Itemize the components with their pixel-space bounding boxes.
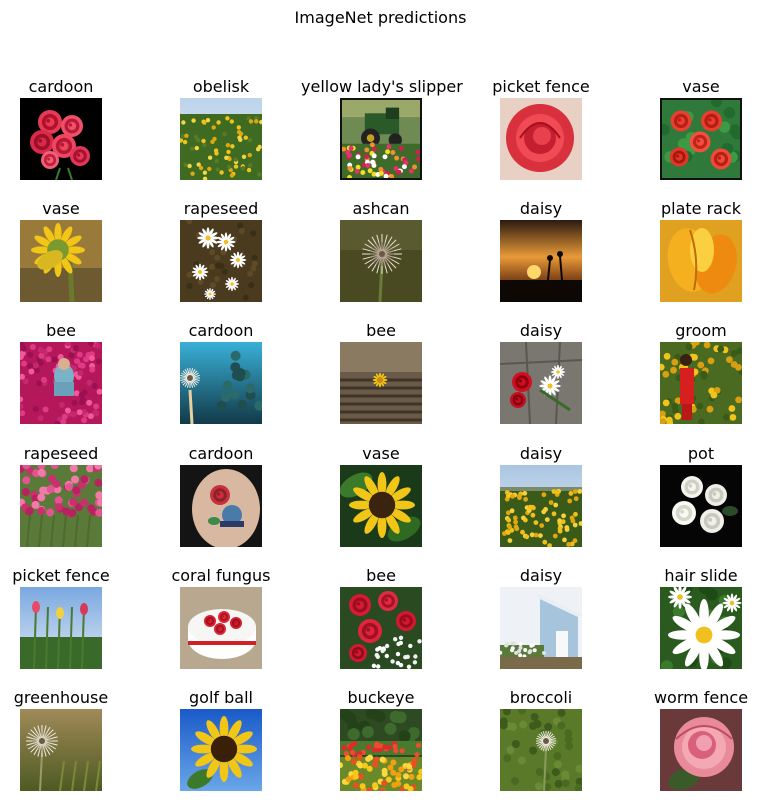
rose-cake-photo [180, 587, 262, 669]
prediction-label: bee [46, 321, 76, 340]
sunflower-field-horizon-photo [500, 465, 582, 547]
pink-rose-photo [660, 709, 742, 791]
grid-cell: bee [301, 321, 461, 431]
grid-cell: greenhouse [0, 688, 141, 798]
prediction-label: ashcan [352, 199, 410, 218]
prediction-label: vase [42, 199, 80, 218]
prediction-label: picket fence [492, 77, 590, 96]
yellow-flower-on-wood-photo [340, 342, 422, 424]
prediction-label: obelisk [192, 77, 250, 96]
orange-tulip-closeup-photo [660, 220, 742, 302]
dandelion-against-sky-photo [180, 342, 262, 424]
grid-cell: worm fence [621, 688, 761, 798]
grid-cell: hair slide [621, 566, 761, 676]
prediction-label: hair slide [664, 566, 738, 585]
prediction-label: buckeye [347, 688, 415, 707]
dandelion-seedhead-photo [340, 220, 422, 302]
prediction-label: bee [366, 566, 396, 585]
grid-cell: groom [621, 321, 761, 431]
grid-cell: ashcan [301, 199, 461, 309]
grid-cell: bee [0, 321, 141, 431]
white-roses-on-black-photo [660, 465, 742, 547]
grid-cell: yellow lady's slipper [301, 77, 463, 187]
prediction-label: cardoon [188, 321, 254, 340]
white-daisies-photo [180, 220, 262, 302]
prediction-label: cardoon [28, 77, 94, 96]
prediction-label: vase [362, 444, 400, 463]
tulip-stems-sky-photo [20, 587, 102, 669]
grid-cell: pot [621, 444, 761, 554]
grid-cell: daisy [461, 199, 621, 309]
grid-cell: rapeseed [0, 444, 141, 554]
sunflower-closeup-photo [340, 465, 422, 547]
prediction-label: bee [366, 321, 396, 340]
prediction-label: daisy [519, 321, 563, 340]
grid-cell: picket fence [461, 77, 621, 187]
grid-cell: cardoon [141, 444, 301, 554]
grid-cell: buckeye [301, 688, 461, 798]
prediction-label: groom [675, 321, 727, 340]
white-daisy-closeup-photo [660, 587, 742, 669]
grid-cell: bee [301, 566, 461, 676]
grid-cell: daisy [461, 566, 621, 676]
prediction-label: worm fence [653, 688, 749, 707]
woman-in-sunflowers-photo [660, 342, 742, 424]
grid-cell: vase [621, 77, 761, 187]
prediction-label: golf ball [189, 688, 253, 707]
red-rose-closeup-photo [500, 98, 582, 180]
prediction-label: greenhouse [13, 688, 109, 707]
sunset-silhouette-photo [500, 220, 582, 302]
roses-on-stone-photo [500, 342, 582, 424]
prediction-label: rapeseed [23, 444, 99, 463]
dandelion-in-grass-photo [500, 709, 582, 791]
tulip-rows-park-photo [340, 709, 422, 791]
grid-cell: golf ball [141, 688, 301, 798]
figure-title: ImageNet predictions [294, 8, 467, 27]
girl-in-tulip-field-photo [20, 342, 102, 424]
sunflower-field-photo [180, 98, 262, 180]
sunflower-blue-sky-photo [180, 709, 262, 791]
red-tulips-bouquet-photo [660, 98, 742, 180]
prediction-label: picket fence [12, 566, 110, 585]
prediction-label: plate rack [660, 199, 742, 218]
grid-cell: vase [0, 199, 141, 309]
prediction-label: pot [687, 444, 715, 463]
grid-cell: broccoli [461, 688, 621, 798]
prediction-label: vase [682, 77, 720, 96]
prediction-label: coral fungus [171, 566, 271, 585]
tractor-in-tulip-field-photo [340, 98, 422, 180]
grid-cell: daisy [461, 321, 621, 431]
sunflower-back-photo [20, 220, 102, 302]
prediction-label: yellow lady's slipper [301, 77, 463, 96]
grid-cell: cardoon [141, 321, 301, 431]
prediction-label: daisy [519, 444, 563, 463]
grid-cell: plate rack [621, 199, 761, 309]
red-tulips-on-black-photo [20, 98, 102, 180]
blue-shed-garden-photo [500, 587, 582, 669]
rose-tattoo-photo [180, 465, 262, 547]
dandelion-clock-photo [20, 709, 102, 791]
prediction-label: broccoli [509, 688, 573, 707]
prediction-label: cardoon [188, 444, 254, 463]
pink-tulips-photo [20, 465, 102, 547]
grid-cell: rapeseed [141, 199, 301, 309]
grid-cell: picket fence [0, 566, 141, 676]
red-roses-bouquet-photo [340, 587, 422, 669]
prediction-label: daisy [519, 566, 563, 585]
grid-cell: vase [301, 444, 461, 554]
grid-cell: cardoon [0, 77, 141, 187]
prediction-label: rapeseed [183, 199, 259, 218]
grid-cell: obelisk [141, 77, 301, 187]
grid-cell: daisy [461, 444, 621, 554]
prediction-label: daisy [519, 199, 563, 218]
grid-cell: coral fungus [141, 566, 301, 676]
